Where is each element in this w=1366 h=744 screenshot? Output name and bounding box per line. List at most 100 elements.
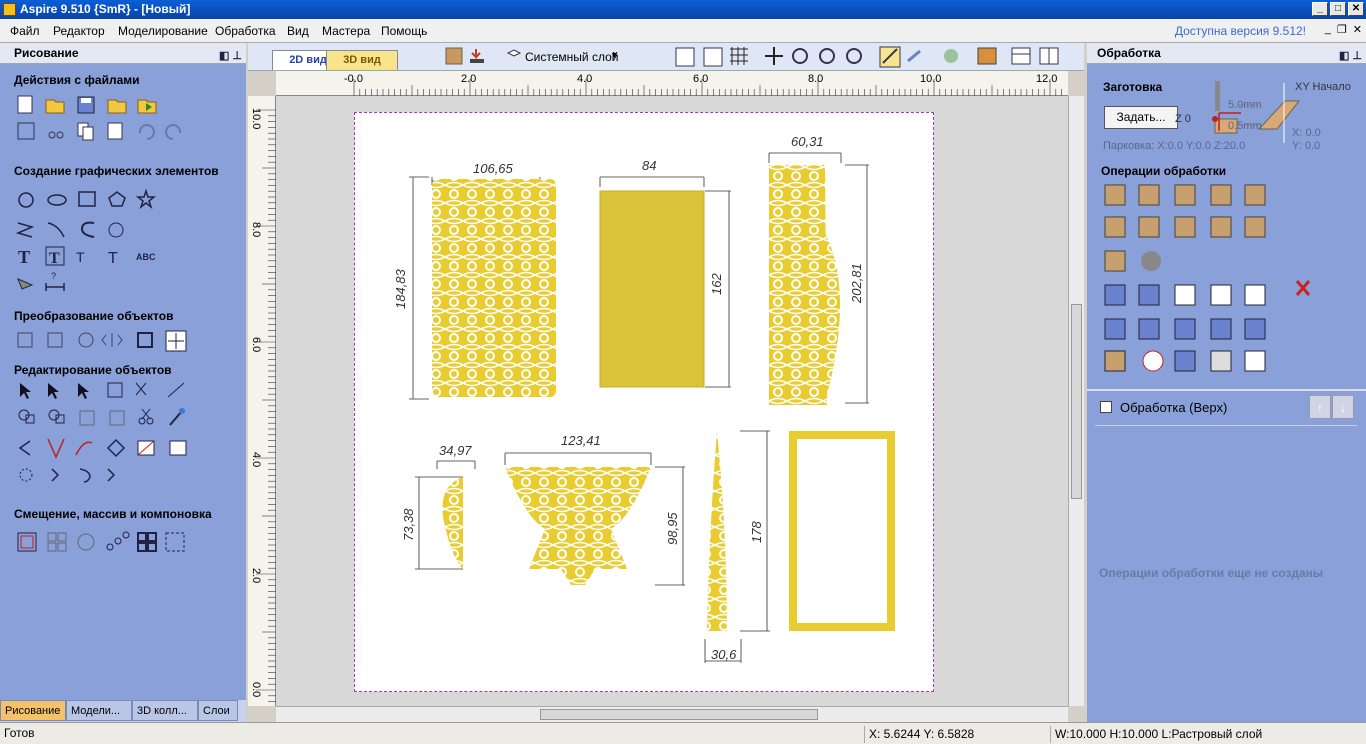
menu-view[interactable]: Вид — [287, 24, 309, 38]
dim-label: 84 — [642, 158, 656, 173]
drilling-toolpath-icon — [1174, 184, 1196, 206]
menu-machining[interactable]: Обработка — [215, 24, 276, 38]
svg-text:T: T — [18, 247, 30, 267]
pan-icon — [765, 47, 783, 65]
svg-text:T: T — [76, 249, 85, 265]
autoscale-text-icon: T — [108, 250, 118, 267]
reset-preview-icon — [1210, 284, 1232, 306]
fit-view-icon — [17, 122, 35, 140]
vertical-scrollbar[interactable] — [1068, 96, 1084, 706]
v-tick-label: 6.0 — [250, 337, 262, 353]
mdi-restore-button[interactable]: ❐ — [1337, 23, 1347, 36]
svg-text:?: ? — [51, 271, 56, 281]
import-down-icon — [470, 49, 484, 63]
curve-fit-icon — [106, 438, 126, 458]
layer-selector[interactable]: Системный слой — [525, 50, 618, 64]
cursor-coordinates: X: 5.6244 Y: 6.5828 — [864, 726, 1048, 743]
circle-icon — [18, 192, 34, 208]
menu-modeling[interactable]: Моделирование — [118, 24, 208, 38]
toolpath-group-label: Обработка (Верх) — [1120, 400, 1228, 415]
text-block-icon: T — [45, 246, 65, 267]
circular-array-icon — [77, 533, 95, 551]
dim-label: 162 — [709, 273, 724, 295]
app-icon — [3, 3, 16, 16]
design-vectors[interactable]: 106,65 184,83 84 162 60,31 202,81 34,97 … — [355, 113, 935, 693]
view-toolbar: 2D вид 3D вид Системный слой ▼ — [248, 43, 1084, 71]
dim-label: 73,38 — [401, 508, 416, 541]
chevron-down-icon[interactable]: ▼ — [610, 50, 619, 60]
close-button[interactable]: ✕ — [1348, 2, 1364, 16]
offset-node-icon — [107, 468, 116, 482]
horizontal-scroll-thumb[interactable] — [540, 709, 818, 720]
mdi-minimize-button[interactable]: _ — [1325, 23, 1331, 36]
drawing-panel: Рисование ◧ ⊥ Действия с файлами Создани… — [0, 43, 246, 722]
move-up-button[interactable]: ↑ — [1309, 395, 1331, 419]
mirror-icon — [101, 333, 123, 347]
window-title: Aspire 9.510 {SmR} - [Новый] — [20, 2, 191, 16]
tab-drawing[interactable]: Рисование — [0, 700, 66, 721]
pocket-toolpath-icon — [1138, 184, 1160, 206]
menu-editor[interactable]: Редактор — [53, 24, 105, 38]
smooth-icon — [75, 441, 93, 456]
update-link[interactable]: Доступна версия 9.512! — [1175, 24, 1306, 38]
move-down-button[interactable]: ↓ — [1332, 395, 1354, 419]
ornamental-small-part — [442, 477, 463, 569]
vertical-scroll-thumb[interactable] — [1071, 304, 1082, 499]
status-bar: Готов X: 5.6244 Y: 6.5828 W:10.000 H:10.… — [0, 722, 1366, 744]
menu-wizards[interactable]: Мастера — [322, 24, 370, 38]
array-copy-icon — [47, 532, 67, 552]
break-icon — [51, 468, 60, 482]
tab-modeling[interactable]: Модели... — [66, 700, 132, 721]
toolpath-group-checkbox[interactable] — [1100, 401, 1112, 413]
trace-icon — [108, 222, 124, 238]
toolpath-templates-icon — [1104, 284, 1126, 306]
dim-label: 123,41 — [561, 433, 601, 448]
h-tick-label: 12.0 — [1036, 73, 1058, 85]
preview-toolpaths-icon — [1104, 318, 1126, 340]
v-tick-label: 4.0 — [250, 452, 262, 468]
mdi-close-button[interactable]: ✕ — [1353, 23, 1362, 36]
distort-icon — [137, 332, 153, 348]
simulate-icon — [1174, 318, 1196, 340]
copy-along-vector-icon — [106, 531, 130, 551]
horizontal-scrollbar[interactable] — [276, 706, 1068, 722]
v-tick-label: 0.0 — [250, 682, 262, 698]
menu-help[interactable]: Помощь — [381, 24, 427, 38]
close-vector-icon — [169, 408, 185, 426]
texture-toolpath-icon — [1210, 184, 1232, 206]
dim-label: 98,95 — [665, 512, 680, 545]
dimension-icon — [17, 278, 34, 290]
minimize-button[interactable]: _ — [1312, 2, 1328, 16]
inlay-toolpath-icon — [1244, 184, 1266, 206]
save-file-icon — [77, 96, 95, 114]
title-bar: Aspire 9.510 {SmR} - [Новый] _ □ ✕ — [0, 0, 1366, 19]
tab-3d-clipart[interactable]: 3D колл... — [132, 700, 198, 721]
snap-on-icon — [879, 46, 901, 68]
h-tick-label: 4.0 — [577, 73, 593, 85]
scale-icon — [47, 332, 63, 348]
trim-icon — [109, 410, 125, 426]
fill-pattern-icon — [165, 532, 185, 552]
tool-database-icon — [1244, 318, 1266, 340]
material-sheet[interactable]: 106,65 184,83 84 162 60,31 202,81 34,97 … — [354, 112, 934, 692]
dim-label: 202,81 — [849, 263, 864, 304]
ornamental-panel-3 — [769, 165, 827, 405]
layout-single-icon — [1011, 47, 1031, 65]
tangent-icon — [18, 440, 31, 456]
rectangle-icon — [78, 191, 96, 207]
moulding-toolpath-icon — [1244, 216, 1266, 238]
drawing-canvas[interactable]: 106,65 184,83 84 162 60,31 202,81 34,97 … — [276, 96, 1068, 706]
svg-text:ABC: ABC — [136, 252, 156, 262]
curve-icon — [80, 221, 95, 238]
delete-toolpath-icon — [1295, 280, 1311, 296]
polygon-icon — [108, 191, 126, 207]
reset-simulation-icon — [1210, 318, 1232, 340]
maximize-button[interactable]: □ — [1330, 2, 1346, 16]
h-tick-label: 6.0 — [693, 73, 709, 85]
status-ready: Готов — [4, 726, 35, 740]
tab-layers[interactable]: Слои — [198, 700, 238, 721]
nodes-icon — [47, 438, 65, 459]
layers-view-icon — [977, 47, 997, 65]
menu-file[interactable]: Файл — [10, 24, 40, 38]
layout-split-icon — [1039, 47, 1059, 65]
